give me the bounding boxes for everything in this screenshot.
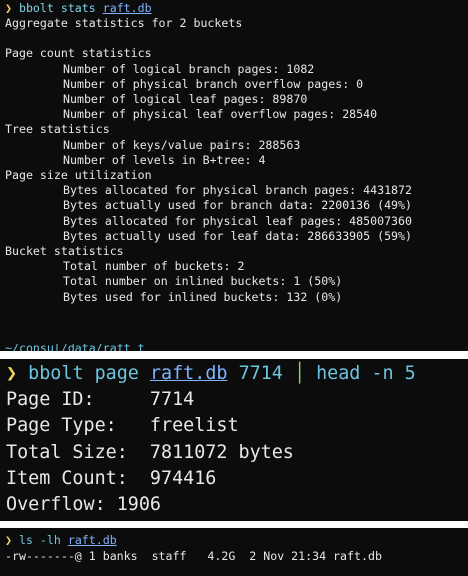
command-text: bbolt stats (18, 1, 96, 15)
command-line: ❯ bbolt page raft.db 7714 │ head -n 5 (6, 361, 462, 387)
section-heading: Bucket statistics (5, 244, 124, 259)
stat-line: Total number on inlined buckets: 1 (50%) (63, 274, 343, 289)
section-heading: Aggregate statistics for 2 buckets (5, 16, 243, 31)
page-info-line: Total Size: 7811072 bytes (6, 441, 294, 463)
file-argument-link[interactable]: raft.db (103, 1, 152, 15)
stat-line: Number of levels in B+tree: 4 (63, 152, 266, 167)
pipe-symbol: │ (293, 363, 306, 384)
page-info-line: Overflow: 1906 (6, 494, 162, 516)
page-info-line: Page ID: 7714 (6, 389, 195, 411)
stat-line: Number of physical leaf overflow pages: … (63, 107, 378, 122)
stat-line: Bytes allocated for physical leaf pages:… (63, 213, 413, 228)
section-heading: Page count statistics (5, 46, 152, 61)
stat-line: Number of keys/value pairs: 288563 (63, 137, 301, 152)
section-heading (5, 31, 463, 46)
pipe-command: head -n 5 (316, 363, 416, 384)
file-argument-link[interactable]: raft.db (68, 533, 117, 547)
terminal-bbolt-stats: ❯ bbolt stats raft.db Aggregate statisti… (0, 0, 468, 351)
terminal-bbolt-page: ❯ bbolt page raft.db 7714 │ head -n 5 Pa… (0, 359, 468, 521)
stat-line: Bytes actually used for branch data: 220… (63, 198, 413, 213)
page-output: Page ID: 7714 Page Type: freelist Total Si… (6, 387, 462, 518)
terminal-ls: ❯ ls -lh raft.db -rw-------@ 1 banks sta… (0, 528, 468, 576)
stat-line: Bytes used for inlined buckets: 132 (0%) (63, 289, 343, 304)
command-text: ls -lh (18, 533, 61, 547)
prompt-chevron-icon: ❯ (6, 363, 18, 384)
stat-line: Bytes allocated for physical branch page… (63, 183, 413, 198)
stat-line: Total number of buckets: 2 (63, 259, 245, 274)
command-line: ❯ bbolt stats raft.db (5, 1, 463, 16)
page-info-line: Page Type: freelist (6, 415, 239, 437)
stat-line: Number of logical leaf pages: 89870 (63, 92, 308, 107)
stat-line: Number of logical branch pages: 1082 (63, 61, 315, 76)
file-argument-link[interactable]: raft.db (150, 363, 228, 384)
command-line: ❯ ls -lh raft.db (5, 532, 463, 548)
section-heading: Tree statistics (5, 122, 110, 137)
page-argument: 7714 (238, 363, 283, 384)
ls-output-line: -rw-------@ 1 banks staff 4.2G 2 Nov 21:… (5, 549, 382, 563)
stat-line: Number of physical branch overflow pages… (63, 76, 364, 91)
command-text: bbolt page (28, 363, 139, 384)
page-info-line: Item Count: 974416 (6, 467, 217, 489)
prompt-chevron-icon: ❯ (5, 533, 12, 547)
partially-visible-command: ~/consul/data/raft tail -f (5, 341, 145, 351)
prompt-chevron-icon: ❯ (5, 1, 12, 15)
stat-line: Bytes actually used for leaf data: 28663… (63, 228, 413, 243)
stats-output: Aggregate statistics for 2 buckets Page c… (5, 16, 463, 305)
section-heading: Page size utilization (5, 168, 152, 183)
